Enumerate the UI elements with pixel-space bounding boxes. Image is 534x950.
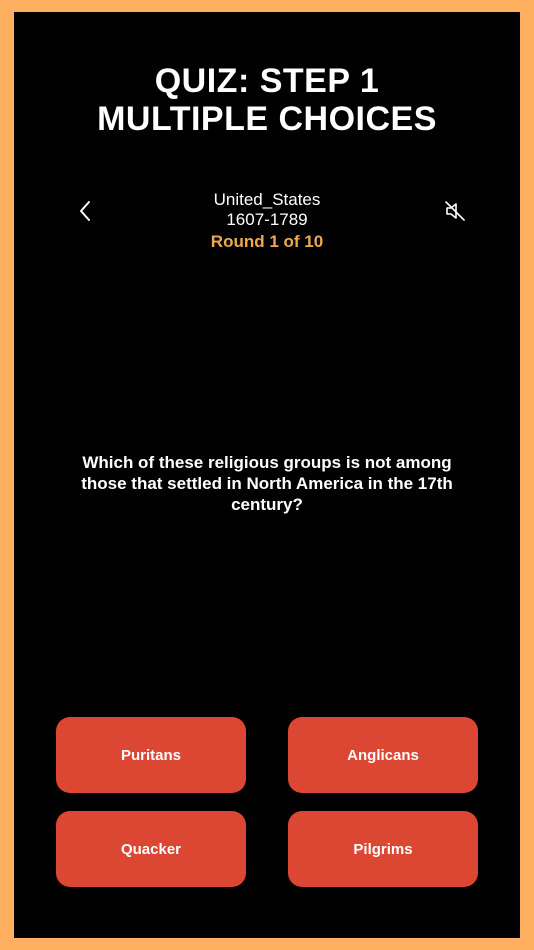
answer-button-3[interactable]: Quacker (56, 811, 246, 887)
chevron-left-icon (80, 201, 90, 221)
question-text: Which of these religious groups is not a… (81, 453, 453, 514)
promo-title-line-1: QUIZ: STEP 1 (154, 62, 380, 100)
quiz-period: 1607-1789 (226, 210, 308, 229)
quiz-subject: United_States (213, 190, 321, 209)
promo-frame: QUIZ: STEP 1 MULTIPLE CHOICES United_Sta… (0, 0, 534, 950)
promo-title-line-2: MULTIPLE CHOICES (97, 100, 437, 138)
speaker-muted-icon (445, 201, 465, 221)
back-button[interactable] (70, 194, 100, 228)
answer-button-4[interactable]: Pilgrims (288, 811, 478, 887)
promo-title: QUIZ: STEP 1 MULTIPLE CHOICES (0, 62, 534, 138)
round-indicator: Round 1 of 10 (210, 232, 324, 251)
mute-button[interactable] (438, 194, 472, 228)
answer-button-1[interactable]: Puritans (56, 717, 246, 793)
answer-button-2[interactable]: Anglicans (288, 717, 478, 793)
quiz-header: United_States 1607-1789 Round 1 of 10 (134, 190, 400, 252)
